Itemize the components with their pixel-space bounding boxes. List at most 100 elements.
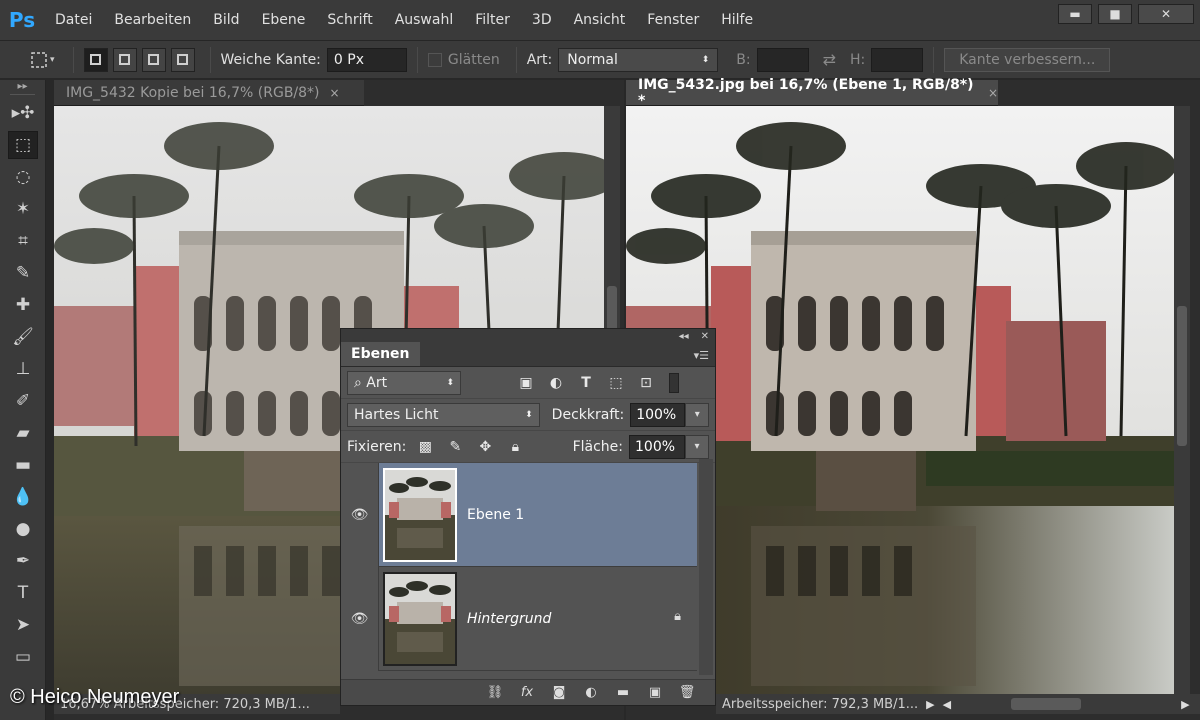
- menu-item-bearbeiten[interactable]: Bearbeiten: [103, 12, 202, 28]
- visibility-eye-icon[interactable]: 👁︎: [341, 566, 379, 671]
- menu-item-datei[interactable]: Datei: [44, 12, 103, 28]
- rectangle-tool-icon[interactable]: ▭: [8, 643, 38, 671]
- lock-image-icon[interactable]: ✎: [444, 436, 466, 458]
- layer-mask-icon[interactable]: ◙: [549, 685, 569, 700]
- layer-row[interactable]: 👁︎ Ebene 1: [341, 462, 697, 567]
- document-tab-right[interactable]: IMG_5432.jpg bei 16,7% (Ebene 1, RGB/8*)…: [626, 76, 998, 109]
- close-tab-icon[interactable]: ×: [330, 86, 340, 100]
- new-layer-icon[interactable]: ▣: [645, 685, 665, 700]
- eraser-tool-icon[interactable]: ▰: [8, 419, 38, 447]
- menu-item-bild[interactable]: Bild: [202, 12, 250, 28]
- opacity-dropdown-icon[interactable]: ▾: [685, 402, 709, 427]
- separator: [515, 46, 517, 73]
- layer-filter-value: Art: [366, 374, 388, 391]
- preset-dropdown-icon[interactable]: ▾: [50, 55, 55, 65]
- document-tab-left[interactable]: IMG_5432 Kopie bei 16,7% (RGB/8*) ×: [54, 80, 364, 106]
- smart-object-filter-icon[interactable]: ⊡: [635, 372, 657, 394]
- copyright-watermark: © Heico Neumeyer: [10, 686, 180, 708]
- layers-scrollbar[interactable]: [699, 459, 713, 675]
- eyedropper-tool-icon[interactable]: ✎: [8, 259, 38, 287]
- lasso-tool-icon[interactable]: ◌: [8, 163, 38, 191]
- menu-item-ansicht[interactable]: Ansicht: [563, 12, 637, 28]
- options-bar: ▾ Weiche Kante: 0 Px Glätten Art: Normal…: [0, 40, 1200, 78]
- refine-edge-button[interactable]: Kante verbessern...: [944, 47, 1111, 72]
- blur-tool-icon[interactable]: 💧: [8, 483, 38, 511]
- layer-style-icon[interactable]: fx: [517, 685, 537, 700]
- move-tool-icon[interactable]: ▸✣: [8, 99, 38, 127]
- layer-lock-icon[interactable]: 🔒︎: [674, 609, 681, 624]
- scrollbar-right[interactable]: [1174, 106, 1190, 694]
- type-tool-icon[interactable]: T: [8, 579, 38, 607]
- pixel-layer-filter-icon[interactable]: ▣: [515, 372, 537, 394]
- scrollbar-thumb-right[interactable]: [1177, 306, 1187, 446]
- new-selection-button[interactable]: [83, 47, 108, 72]
- fill-dropdown-icon[interactable]: ▾: [685, 434, 709, 459]
- swap-icon[interactable]: ⇄: [823, 50, 836, 69]
- toolbar-collapse-icon[interactable]: ▸▸: [0, 80, 45, 92]
- adjustment-layer-icon[interactable]: ◐: [581, 685, 601, 700]
- brush-tool-icon[interactable]: 🖌: [8, 323, 38, 351]
- style-label: Art:: [526, 51, 553, 68]
- lock-all-icon[interactable]: 🔒︎: [504, 436, 526, 458]
- add-selection-button[interactable]: [112, 47, 137, 72]
- shape-layer-filter-icon[interactable]: ⬚: [605, 372, 627, 394]
- healing-brush-tool-icon[interactable]: ✚: [8, 291, 38, 319]
- feather-input[interactable]: 0 Px: [326, 47, 407, 72]
- lock-transparency-icon[interactable]: ▩: [414, 436, 436, 458]
- adjustment-layer-filter-icon[interactable]: ◐: [545, 372, 567, 394]
- menu-item-schrift[interactable]: Schrift: [316, 12, 383, 28]
- height-input[interactable]: [871, 47, 924, 72]
- crop-tool-icon[interactable]: ⌗: [8, 227, 38, 255]
- delete-layer-icon[interactable]: 🗑: [677, 685, 697, 700]
- close-button[interactable]: ✕: [1138, 4, 1194, 24]
- intersect-selection-button[interactable]: [170, 47, 195, 72]
- close-panel-icon[interactable]: ✕: [701, 331, 709, 342]
- scroll-right-arrow-icon[interactable]: ▶: [1181, 698, 1189, 711]
- document-title-right: IMG_5432.jpg bei 16,7% (Ebene 1, RGB/8*)…: [638, 76, 974, 109]
- separator: [416, 46, 418, 73]
- menu-item-ebene[interactable]: Ebene: [251, 12, 317, 28]
- panel-menu-icon[interactable]: ▾☰: [694, 349, 709, 362]
- gradient-tool-icon[interactable]: ▬: [8, 451, 38, 479]
- opacity-input[interactable]: 100%: [630, 402, 686, 427]
- filter-toggle[interactable]: [669, 372, 679, 393]
- close-tab-icon[interactable]: ×: [988, 86, 998, 100]
- magic-wand-tool-icon[interactable]: ✶: [8, 195, 38, 223]
- style-select[interactable]: Normal ⬍: [558, 47, 719, 72]
- tools-panel: ▸▸ ▸✣ ⬚ ◌ ✶ ⌗ ✎ ✚ 🖌 ⊥ ✐ ▰ ▬ 💧 ● ✒ T ➤ ▭: [0, 80, 46, 720]
- layer-name[interactable]: Hintergrund: [467, 611, 551, 627]
- fill-input[interactable]: 100%: [629, 434, 685, 459]
- subtract-selection-button[interactable]: [141, 47, 166, 72]
- path-selection-tool-icon[interactable]: ➤: [8, 611, 38, 639]
- photoshop-logo-icon[interactable]: Ps: [0, 0, 44, 40]
- minimize-button[interactable]: ▬: [1058, 4, 1092, 24]
- status-menu-arrow-icon[interactable]: ▶: [926, 698, 934, 711]
- lock-position-icon[interactable]: ✥: [474, 436, 496, 458]
- scroll-left-arrow-icon[interactable]: ◀: [943, 698, 951, 711]
- horizontal-scrollbar-thumb[interactable]: [1011, 698, 1082, 710]
- tab-layers[interactable]: Ebenen: [341, 342, 420, 366]
- layer-filter-select[interactable]: ⌕ Art ⬍: [347, 370, 461, 395]
- layer-row[interactable]: 👁︎ Hintergrund 🔒︎: [341, 566, 697, 671]
- menu-item-filter[interactable]: Filter: [464, 12, 521, 28]
- dodge-tool-icon[interactable]: ●: [8, 515, 38, 543]
- clone-stamp-tool-icon[interactable]: ⊥: [8, 355, 38, 383]
- antialias-checkbox[interactable]: [427, 52, 442, 67]
- new-group-icon[interactable]: ▬: [613, 685, 633, 700]
- type-layer-filter-icon[interactable]: T: [575, 372, 597, 394]
- marquee-preset-icon[interactable]: [28, 49, 50, 71]
- marquee-tool-icon[interactable]: ⬚: [8, 131, 38, 159]
- collapse-panel-icon[interactable]: ◂◂: [679, 331, 689, 342]
- blend-mode-select[interactable]: Hartes Licht ⬍: [347, 402, 540, 427]
- menu-item-auswahl[interactable]: Auswahl: [384, 12, 465, 28]
- menu-item-fenster[interactable]: Fenster: [636, 12, 710, 28]
- width-input[interactable]: [756, 47, 809, 72]
- menu-item-3d[interactable]: 3D: [521, 12, 563, 28]
- history-brush-tool-icon[interactable]: ✐: [8, 387, 38, 415]
- maximize-button[interactable]: ■: [1098, 4, 1132, 24]
- link-layers-icon[interactable]: ⛓: [485, 685, 505, 700]
- pen-tool-icon[interactable]: ✒: [8, 547, 38, 575]
- layer-name[interactable]: Ebene 1: [467, 507, 524, 523]
- menu-item-hilfe[interactable]: Hilfe: [710, 12, 764, 28]
- visibility-eye-icon[interactable]: 👁︎: [341, 462, 379, 567]
